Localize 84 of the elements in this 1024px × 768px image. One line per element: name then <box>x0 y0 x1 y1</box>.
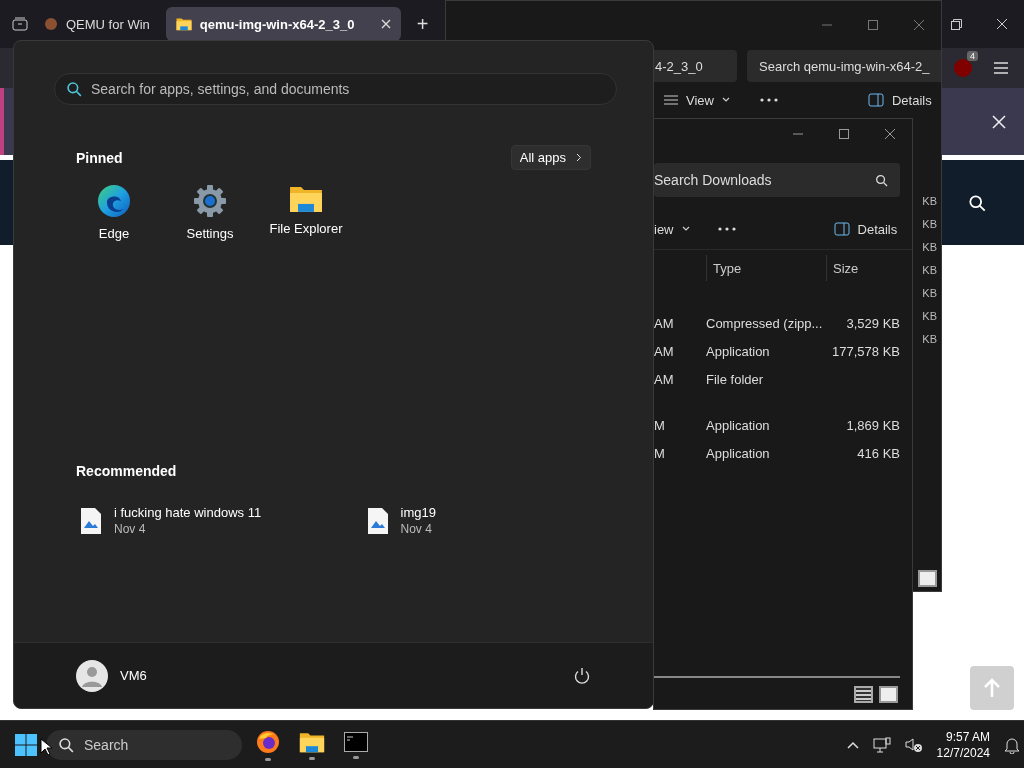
date-cell-text: M <box>654 417 666 433</box>
image-file-icon <box>366 506 389 535</box>
details-button[interactable]: Details <box>867 92 932 108</box>
recommended-file[interactable]: i fucking hate windows 11 Nov 4 <box>80 505 367 536</box>
type-cell-text: Application <box>706 417 771 433</box>
new-tab-button[interactable]: + <box>406 12 439 36</box>
date-cell-text: AM <box>654 371 675 387</box>
details-pane-icon <box>867 93 884 107</box>
size-cell-text: 3,529 KB <box>845 315 901 331</box>
search-icon <box>58 737 74 753</box>
chevron-down-icon <box>681 226 690 232</box>
maximize-icon[interactable] <box>838 128 850 140</box>
size-cell-text: 416 KB <box>856 445 901 461</box>
power-icon[interactable] <box>573 666 591 685</box>
close-icon[interactable] <box>884 128 896 140</box>
menu-icon[interactable] <box>994 62 1008 74</box>
edge-icon <box>97 184 131 218</box>
maximize-icon[interactable] <box>867 19 879 31</box>
section-title: Recommended <box>76 463 177 479</box>
view-button[interactable]: View <box>664 92 730 108</box>
firefox-icon[interactable] <box>256 729 280 754</box>
date-cell-text: M <box>654 445 666 461</box>
folder-icon[interactable] <box>299 730 325 753</box>
close-icon[interactable] <box>996 18 1008 30</box>
type-cell-text: Compressed (zipp... <box>706 315 824 331</box>
list-icon <box>664 95 678 105</box>
network-icon[interactable] <box>872 737 891 753</box>
column-header[interactable]: Size <box>826 255 906 281</box>
details-button[interactable]: Details <box>833 221 898 237</box>
size-text: KB <box>922 333 937 345</box>
search-icon <box>66 81 82 97</box>
type-cell-text: Application <box>706 445 771 461</box>
folder-icon <box>175 17 192 31</box>
browser-tab[interactable]: qemu-img-win-x64-2_3_0 <box>165 7 401 41</box>
type-cell-text: Application <box>706 343 771 359</box>
type-cell-text: File folder <box>706 371 765 387</box>
search-field[interactable]: Search qemu-img-win-x64-2_ <box>747 50 941 82</box>
windows-logo-icon[interactable] <box>14 733 38 757</box>
search-field[interactable]: Search for apps, settings, and documents <box>54 73 617 105</box>
gear-icon <box>193 184 227 218</box>
size-text: KB <box>922 241 937 253</box>
size-text: KB <box>922 287 937 299</box>
more-icon[interactable] <box>717 227 736 231</box>
pinned-app[interactable]: Settings <box>162 184 258 241</box>
pinned-app[interactable]: Edge <box>66 184 162 241</box>
details-view-icon[interactable] <box>854 686 873 703</box>
size-text: KB <box>922 195 937 207</box>
section-title: Pinned <box>76 149 123 166</box>
size-text: KB <box>922 218 937 230</box>
size-text: KB <box>922 310 937 322</box>
search-icon <box>875 173 888 187</box>
chevron-up-icon[interactable] <box>846 741 859 749</box>
search-icon <box>968 193 986 212</box>
chevron-right-icon <box>576 153 582 162</box>
terminal-icon[interactable] <box>344 731 368 752</box>
details-pane-icon <box>833 222 850 236</box>
size-text: KB <box>922 264 937 276</box>
browser-tab[interactable]: QEMU for Win <box>34 7 160 41</box>
more-icon[interactable] <box>759 98 778 102</box>
size-cell-text: 1,869 KB <box>845 417 901 433</box>
size-cell-text: 177,578 KB <box>831 343 901 359</box>
folder-icon <box>289 184 323 213</box>
user-name[interactable]: VM6 <box>120 668 147 683</box>
clock-date[interactable]: 12/7/2024 <box>936 745 990 761</box>
column-header[interactable]: Type <box>706 255 826 281</box>
search-field[interactable]: Search Downloads <box>654 163 900 197</box>
all-apps-button[interactable]: All apps <box>510 145 591 170</box>
extension-badge: 4 <box>967 51 978 61</box>
date-cell-text: AM <box>654 315 675 331</box>
pinned-app[interactable]: File Explorer <box>258 184 354 241</box>
image-file-icon <box>80 506 102 535</box>
view-button[interactable]: iew <box>654 221 690 237</box>
date-cell-text: AM <box>654 343 675 359</box>
avatar-icon[interactable] <box>76 659 108 692</box>
clock-time[interactable]: 9:57 AM <box>945 729 990 745</box>
taskbar-search-field[interactable]: Search <box>46 730 242 760</box>
restore-icon[interactable] <box>951 18 962 30</box>
bell-icon[interactable] <box>1004 736 1020 754</box>
chevron-down-icon <box>721 97 730 103</box>
cursor-icon <box>40 738 52 756</box>
arrow-up-icon <box>983 678 1001 698</box>
recommended-file[interactable]: img19 Nov 4 <box>366 505 653 536</box>
speaker-muted-icon[interactable] <box>904 737 923 753</box>
tab-list-icon[interactable] <box>12 17 28 31</box>
